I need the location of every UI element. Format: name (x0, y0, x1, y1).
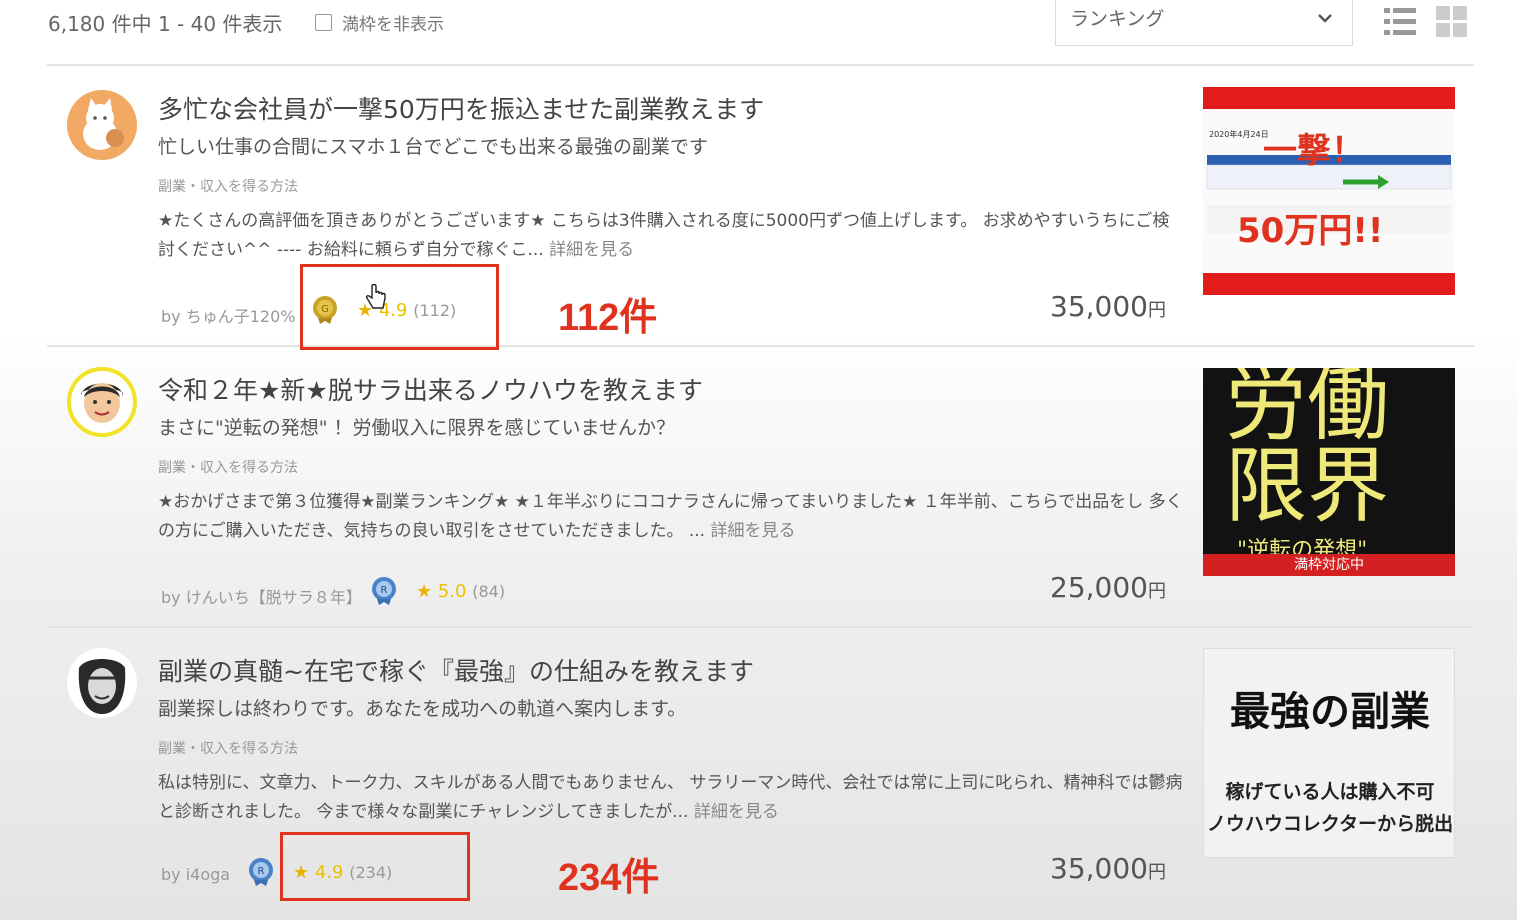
svg-text:R: R (258, 866, 265, 877)
seller-avatar[interactable] (67, 648, 137, 718)
thumb-amount: 50万円!! (1237, 211, 1384, 251)
service-list-item[interactable]: 令和２年★新★脱サラ出来るノウハウを教えます まさに"逆転の発想" ！労働収入に… (47, 345, 1474, 625)
seller-name[interactable]: by i4oga (161, 865, 230, 884)
highlight-box (300, 264, 499, 350)
service-thumbnail[interactable]: 労働 限界 "逆転の発想" 満枠対応中 (1203, 368, 1455, 576)
seller-name[interactable]: by ちゅん子120% (161, 303, 295, 327)
service-list-item[interactable]: 多忙な会社員が一撃50万円を振込ませた副業教えます 忙しい仕事の合間にスマホ１台… (47, 64, 1474, 344)
grid-view-icon[interactable] (1436, 6, 1468, 38)
price-value: 35,000 (1050, 290, 1148, 323)
list-view-icon[interactable] (1384, 6, 1416, 38)
sort-dropdown[interactable]: ランキング (1055, 0, 1353, 46)
service-price: 35,000円 (1050, 290, 1166, 323)
platinum-rank-badge-icon: R (246, 857, 276, 887)
rating-count: (84) (472, 582, 506, 601)
more-link[interactable]: 詳細を見る (549, 240, 634, 260)
annotation-review-count: 112件 (558, 297, 658, 339)
more-link[interactable]: 詳細を見る (711, 521, 796, 541)
sort-selected-value: ランキング (1070, 8, 1165, 30)
service-subtitle: 副業探しは終わりです。あなたを成功への軌道へ案内します。 (158, 698, 687, 720)
hide-full-toggle[interactable]: 満枠を非表示 (315, 10, 444, 35)
service-subtitle: まさに"逆転の発想" ！労働収入に限界を感じていませんか？ (158, 417, 675, 439)
service-thumbnail[interactable]: 2020年4月24日 一撃！ 50万円!! (1203, 87, 1455, 295)
star-icon: ★ (416, 581, 433, 602)
description-text: ★たくさんの高評価を頂きありがとうございます★ こちらは3件購入される度に500… (158, 211, 1170, 260)
rating: ★ 5.0 (84) (416, 581, 505, 602)
seller-avatar[interactable] (67, 367, 137, 437)
service-description: ★おかげさまで第３位獲得★副業ランキング★ ★１年半ぶりにココナラさんに帰ってま… (158, 488, 1183, 546)
service-category[interactable]: 副業・収入を得る方法 (158, 457, 298, 477)
service-list-item[interactable]: 副業の真髄~在宅で稼ぐ『最強』の仕組みを教えます 副業探しは終わりです。あなたを… (47, 626, 1474, 906)
result-count: 6,180 件中 1 - 40 件表示 (48, 12, 283, 36)
service-price: 25,000円 (1050, 571, 1166, 604)
highlight-box (280, 832, 470, 901)
description-text: ★おかげさまで第３位獲得★副業ランキング★ ★１年半ぶりにココナラさんに帰ってま… (158, 492, 1183, 541)
service-title[interactable]: 多忙な会社員が一撃50万円を振込ませた副業教えます (158, 90, 764, 126)
price-value: 25,000 (1050, 571, 1148, 604)
thumb-date: 2020年4月24日 (1209, 130, 1269, 139)
service-title[interactable]: 令和２年★新★脱サラ出来るノウハウを教えます (158, 371, 703, 407)
thumb-banner-text: 満枠対応中 (1294, 557, 1364, 573)
hide-full-label: 満枠を非表示 (342, 15, 444, 35)
service-category[interactable]: 副業・収入を得る方法 (158, 176, 298, 196)
service-description: ★たくさんの高評価を頂きありがとうございます★ こちらは3件購入される度に500… (158, 207, 1183, 265)
more-link[interactable]: 詳細を見る (694, 802, 779, 822)
rating-score: 5.0 (437, 581, 467, 602)
service-subtitle: 忙しい仕事の合間にスマホ１台でどこでも出来る最強の副業です (158, 136, 708, 158)
price-unit: 円 (1148, 862, 1166, 883)
price-unit: 円 (1148, 300, 1166, 321)
thumb-banner: 満枠対応中 (1203, 554, 1455, 576)
annotation-review-count: 234件 (558, 857, 660, 899)
seller-name[interactable]: by けんいち【脱サラ８年】 (161, 584, 362, 608)
price-value: 35,000 (1050, 852, 1148, 885)
svg-text:R: R (381, 585, 388, 596)
thumb-line1: 最強の副業 (1230, 688, 1430, 735)
seller-avatar[interactable] (67, 90, 137, 160)
thumb-headline: 一撃！ (1263, 131, 1365, 171)
price-unit: 円 (1148, 581, 1166, 602)
platinum-rank-badge-icon: R (369, 576, 399, 606)
description-text: 私は特別に、文章力、トーク力、スキルがある人間でもありません、 サラリーマン時代… (158, 773, 1183, 822)
thumb-line1: 労働 (1225, 368, 1390, 452)
result-toolbar: 6,180 件中 1 - 40 件表示 満枠を非表示 ランキング (0, 0, 1517, 60)
service-price: 35,000円 (1050, 852, 1166, 885)
service-thumbnail[interactable]: 最強の副業 稼げている人は購入不可 ノウハウコレクターから脱出 (1203, 648, 1455, 858)
chevron-down-icon (1316, 8, 1334, 32)
thumb-line2: 限界 (1225, 439, 1390, 534)
thumb-line3: ノウハウコレクターから脱出 (1206, 813, 1454, 835)
thumb-line2: 稼げている人は購入不可 (1225, 781, 1435, 803)
service-category[interactable]: 副業・収入を得る方法 (158, 738, 298, 758)
hide-full-checkbox[interactable] (315, 14, 332, 31)
service-title[interactable]: 副業の真髄~在宅で稼ぐ『最強』の仕組みを教えます (158, 652, 754, 688)
service-description: 私は特別に、文章力、トーク力、スキルがある人間でもありません、 サラリーマン時代… (158, 769, 1183, 827)
